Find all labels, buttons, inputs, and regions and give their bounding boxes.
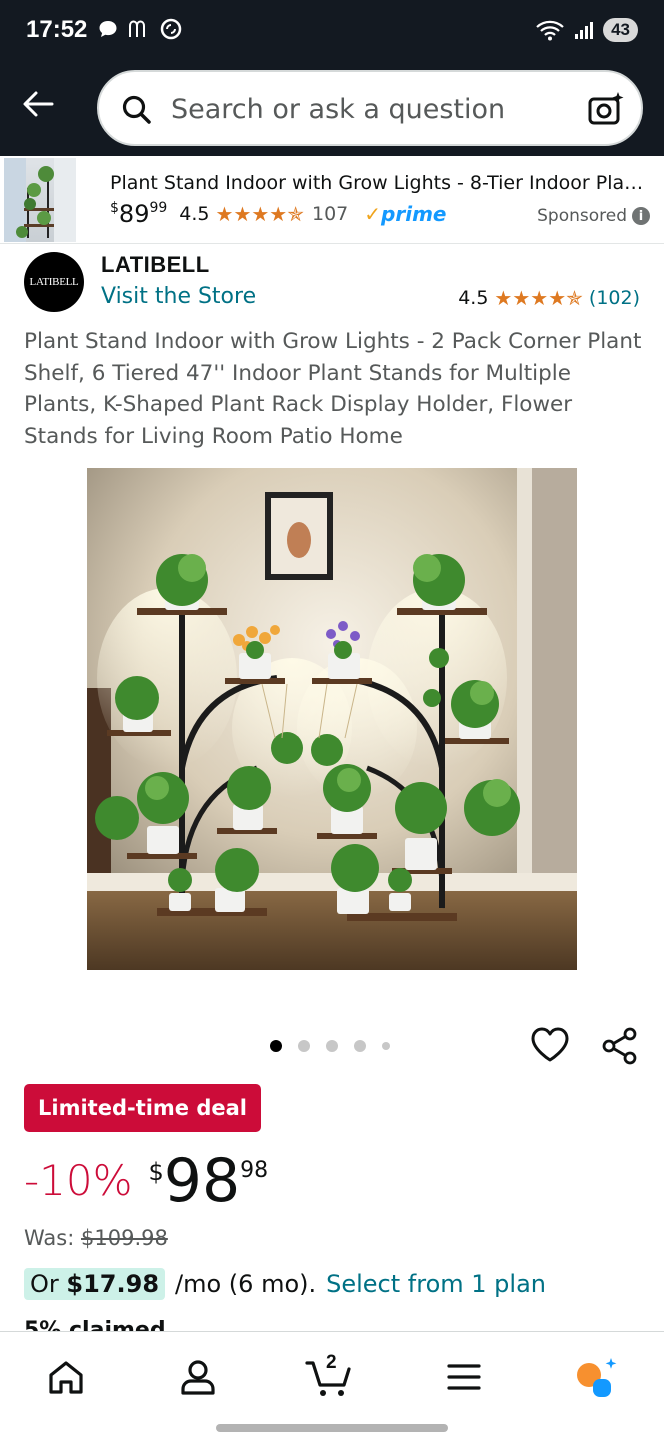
nav-rufus[interactable] (566, 1352, 626, 1402)
search-input[interactable] (171, 90, 571, 128)
cart-count: 2 (326, 1352, 337, 1373)
camera-lens-icon[interactable] (587, 90, 625, 128)
rufus-ai-icon (577, 1358, 617, 1397)
gesture-bar[interactable] (216, 1424, 448, 1432)
chat-bubble-icon (99, 21, 117, 37)
visit-store-link[interactable]: Visit the Store (101, 284, 256, 309)
status-bar: 17:52 43 (0, 0, 664, 62)
carousel-dot-1[interactable] (270, 1040, 282, 1052)
nav-cart[interactable]: 2 (300, 1352, 360, 1402)
installment-term: /mo (6 mo). (175, 1270, 317, 1298)
product-rating[interactable]: 4.5 ★★★★✯ (102) (458, 286, 640, 310)
ad-details: $ 89 99 4.5 ★★★★✯ 107 ✓prime (110, 200, 446, 228)
search-header (0, 62, 664, 156)
sponsored-label[interactable]: Sponsored i (537, 206, 650, 226)
price-fraction: 98 (240, 1158, 269, 1183)
sync-icon (160, 18, 182, 40)
price-symbol: $ (148, 1158, 164, 1186)
was-price-value: $109.98 (81, 1226, 168, 1250)
price-block: -10% $ 98 98 (24, 1148, 268, 1214)
share-icon[interactable] (600, 1026, 640, 1066)
wifi-icon (536, 20, 564, 41)
review-count-link[interactable]: (102) (589, 287, 640, 309)
product-title: Plant Stand Indoor with Grow Lights - 2 … (24, 329, 642, 449)
search-box[interactable] (97, 70, 643, 146)
ad-price-whole: 89 (118, 200, 150, 228)
bottom-navigation: 2 (0, 1331, 664, 1440)
nav-menu[interactable] (434, 1352, 494, 1402)
prime-badge: ✓prime (364, 202, 446, 226)
sponsored-ad-banner[interactable]: Plant Stand Indoor with Grow Lights - 8-… (0, 156, 664, 244)
brand-logo-text: LATIBELL (29, 276, 79, 288)
ad-star-rating-icon: ★★★★✯ (215, 202, 304, 226)
product-image[interactable] (87, 468, 577, 970)
price-whole: 98 (163, 1146, 241, 1216)
select-plan-link[interactable]: Select from 1 plan (326, 1270, 546, 1298)
carousel-dot-5[interactable] (382, 1042, 390, 1050)
sponsored-text: Sponsored (537, 206, 627, 226)
system-icons: 43 (535, 18, 638, 42)
carousel-dot-2[interactable] (298, 1040, 310, 1052)
ad-rating: 4.5 (179, 203, 210, 225)
was-label: Was: (24, 1226, 75, 1250)
home-icon (49, 1361, 83, 1394)
nav-account[interactable] (168, 1352, 228, 1402)
battery-indicator: 43 (603, 18, 638, 42)
ad-price-symbol: $ (110, 200, 119, 216)
signal-icon (575, 22, 594, 39)
prime-label: prime (381, 202, 447, 226)
prime-check-icon: ✓ (364, 202, 382, 226)
carousel-dot-4[interactable] (354, 1040, 366, 1052)
ad-price-fraction: 99 (149, 200, 168, 216)
installment-amount: $17.98 (66, 1270, 160, 1298)
notification-icons (98, 18, 182, 40)
was-price: Was: $109.98 (24, 1226, 168, 1250)
star-rating-icon: ★★★★✯ (494, 286, 583, 310)
ad-review-count: 107 (312, 203, 349, 225)
ad-title[interactable]: Plant Stand Indoor with Grow Lights - 8-… (110, 172, 650, 194)
carousel-dot-3[interactable] (326, 1040, 338, 1052)
mcdonalds-icon (129, 20, 145, 37)
brand-name: LATIBELL (101, 252, 210, 277)
discount-percent: -10% (24, 1156, 133, 1205)
brand-logo[interactable]: LATIBELL (24, 252, 84, 312)
nav-home[interactable] (36, 1352, 96, 1402)
installment-amount-pill: Or $17.98 (24, 1268, 166, 1300)
rating-value: 4.5 (458, 287, 489, 309)
info-icon[interactable]: i (632, 207, 650, 225)
back-arrow-icon[interactable] (20, 86, 56, 122)
installment-or: Or (30, 1270, 59, 1298)
status-time: 17:52 (26, 16, 88, 43)
claimed-text: 5% claimed (24, 1318, 166, 1332)
search-icon (122, 95, 151, 124)
menu-icon (447, 1364, 481, 1390)
ad-product-thumbnail[interactable] (4, 158, 76, 242)
installment-plan: Or $17.98 /mo (6 mo). Select from 1 plan (24, 1268, 546, 1300)
image-carousel-dots[interactable] (270, 1040, 390, 1052)
heart-icon[interactable] (530, 1026, 570, 1064)
limited-time-deal-badge: Limited-time deal (24, 1084, 262, 1132)
account-icon (181, 1360, 215, 1395)
